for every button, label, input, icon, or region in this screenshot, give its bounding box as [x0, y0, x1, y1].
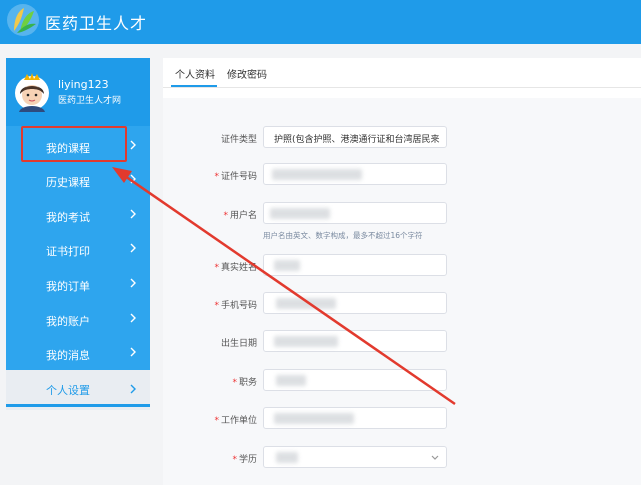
sidebar: liying123 医药卫生人才网 我的课程 历史课程 我的考试 证书打印 我的…	[6, 58, 150, 412]
real-name-label: * 真实姓名	[214, 263, 257, 273]
redacted-value	[272, 169, 362, 180]
sidebar-item-label: 我的考试	[46, 211, 90, 224]
highlight-box	[21, 126, 127, 162]
phone-label: * 手机号码	[214, 301, 257, 311]
id-number-label: * 证件号码	[214, 172, 257, 182]
chevron-down-icon	[431, 455, 439, 460]
sidebar-menu: 我的课程 历史课程 我的考试 证书打印 我的订单 我的账户 我的消息	[6, 126, 150, 370]
profile-card: liying123 医药卫生人才网	[6, 58, 150, 126]
site-subtitle: 医药卫生人才网	[58, 96, 122, 106]
sidebar-item-label: 我的订单	[46, 280, 90, 293]
sidebar-item-label: 我的账户	[46, 315, 90, 328]
redacted-value	[274, 336, 338, 347]
tab-bar: 个人资料 修改密码	[163, 58, 641, 88]
chevron-right-icon	[130, 243, 136, 253]
sidebar-item-my-account[interactable]: 我的账户	[6, 302, 150, 336]
sidebar-item-label: 证书打印	[46, 245, 90, 258]
redacted-value	[276, 298, 336, 309]
chevron-right-icon	[130, 278, 136, 288]
id-type-select[interactable]: 护照(包含护照、港澳通行证和台湾居民来	[263, 126, 447, 148]
username-hint: 用户名由英文、数字构成，最多不超过16个字符	[263, 231, 423, 240]
leaf-logo-icon	[7, 4, 39, 36]
site-title: 医药卫生人才	[45, 14, 148, 33]
redacted-value	[276, 375, 306, 386]
main-panel: 个人资料 修改密码 证件类型 护照(包含护照、港澳通行证和台湾居民来 * 证件号码…	[163, 58, 641, 485]
chevron-right-icon	[130, 209, 136, 219]
education-label: * 学历	[232, 455, 257, 465]
top-header: 医药卫生人才	[0, 0, 641, 44]
birthday-input[interactable]	[263, 330, 447, 352]
sidebar-item-label: 我的消息	[46, 349, 90, 362]
education-select[interactable]	[263, 446, 447, 468]
chevron-right-icon	[130, 347, 136, 357]
sidebar-item-my-orders[interactable]: 我的订单	[6, 267, 150, 301]
username-label: * 用户名	[223, 211, 257, 221]
redacted-value	[270, 208, 330, 219]
active-indicator	[6, 404, 150, 407]
redacted-value	[274, 260, 300, 271]
chevron-right-icon	[130, 140, 136, 150]
position-input[interactable]	[263, 369, 447, 391]
id-number-input[interactable]	[263, 163, 447, 185]
chevron-down-icon	[431, 135, 439, 140]
chevron-right-icon	[130, 313, 136, 323]
sidebar-item-label: 历史课程	[46, 176, 90, 189]
real-name-input[interactable]	[263, 254, 447, 276]
profile-form: 证件类型 护照(包含护照、港澳通行证和台湾居民来 * 证件号码 * 用户名 用户名由…	[163, 98, 641, 485]
username-input[interactable]	[263, 202, 447, 224]
position-label: * 职务	[232, 378, 257, 388]
tab-profile[interactable]: 个人资料	[175, 66, 215, 81]
tab-change-password[interactable]: 修改密码	[227, 66, 267, 81]
workplace-input[interactable]	[263, 407, 447, 429]
sidebar-item-label: 个人设置	[46, 384, 90, 397]
chevron-right-icon	[130, 174, 136, 184]
phone-input[interactable]	[263, 292, 447, 314]
active-tab-underline	[171, 85, 217, 87]
id-type-value: 护照(包含护照、港澳通行证和台湾居民来	[274, 135, 440, 145]
sidebar-item-history-courses[interactable]: 历史课程	[6, 163, 150, 197]
redacted-value	[274, 413, 354, 424]
chevron-right-icon	[130, 384, 136, 394]
sidebar-item-my-messages[interactable]: 我的消息	[6, 336, 150, 370]
id-type-label: 证件类型	[220, 135, 257, 145]
user-avatar-icon[interactable]	[13, 70, 51, 112]
redacted-value	[276, 452, 298, 463]
birthday-label: 出生日期	[220, 339, 257, 349]
username-text: liying123	[58, 78, 109, 91]
sidebar-item-my-exams[interactable]: 我的考试	[6, 198, 150, 232]
sidebar-item-certificate-print[interactable]: 证书打印	[6, 232, 150, 266]
workplace-label: * 工作单位	[214, 416, 257, 426]
